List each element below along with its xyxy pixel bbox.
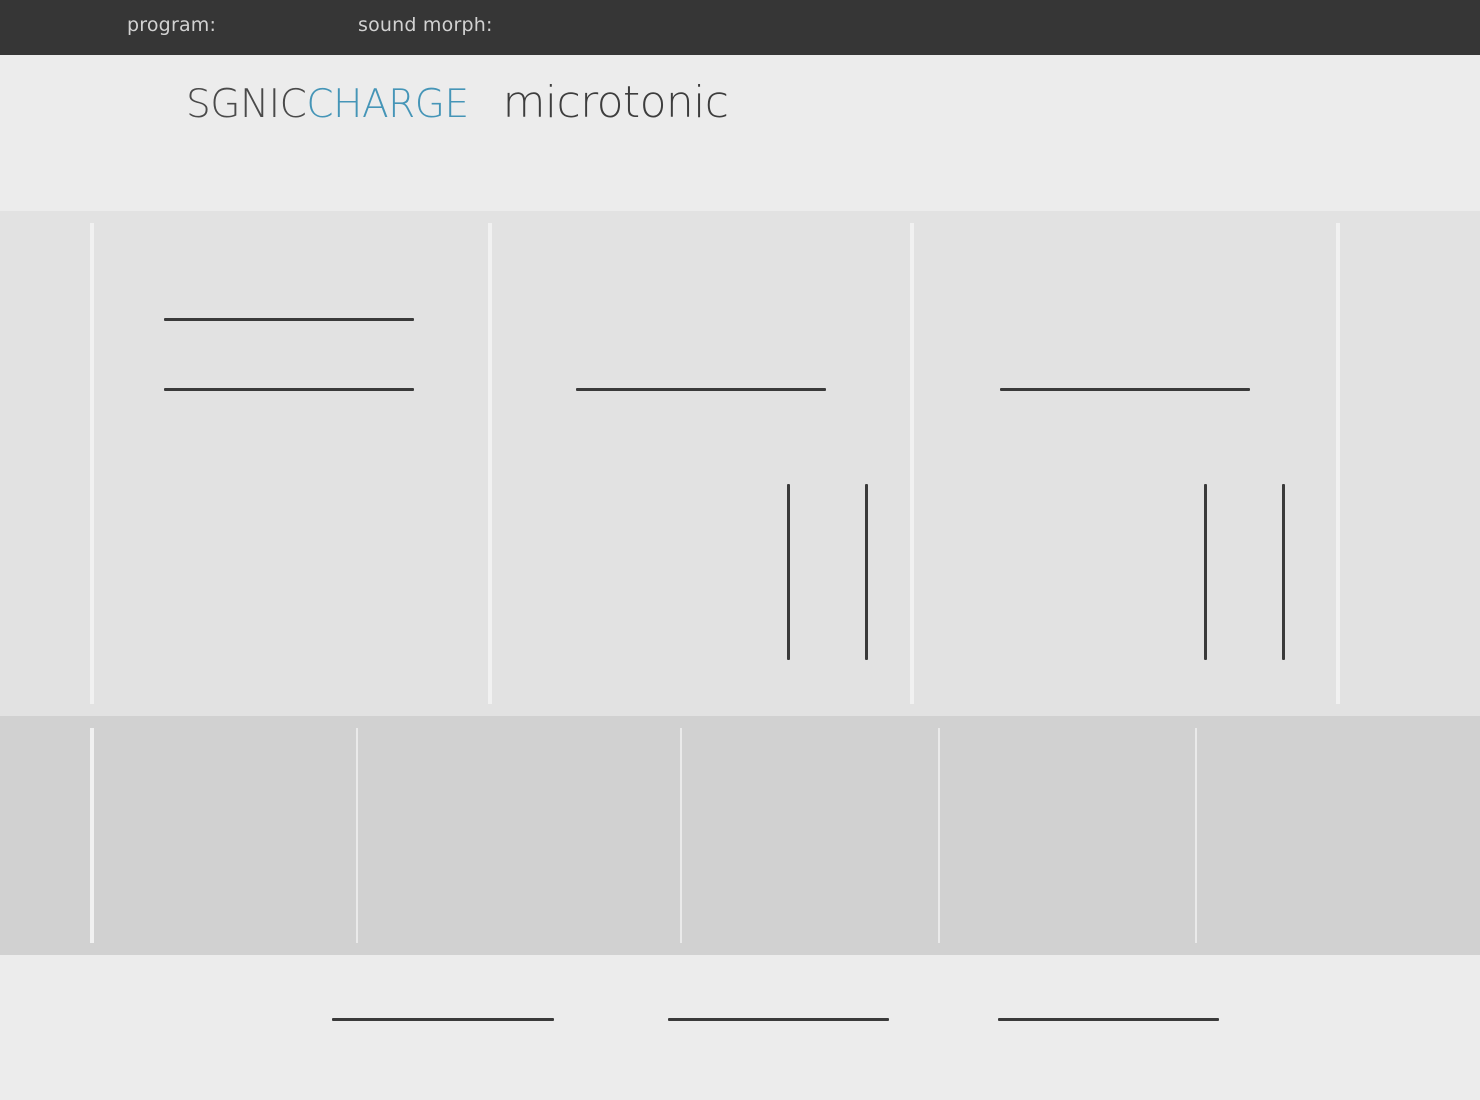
- vendor-name-sonic: SGNIC: [186, 82, 307, 127]
- column-divider: [938, 728, 940, 943]
- voice-field-underline[interactable]: [164, 318, 414, 321]
- top-bar: program: sound morph:: [0, 0, 1480, 55]
- program-selector[interactable]: [220, 12, 340, 42]
- product-name: microtonic: [502, 77, 729, 128]
- footer-panel: [0, 955, 1480, 1100]
- column-divider: [1195, 728, 1197, 943]
- column-divider: [90, 223, 94, 704]
- footer-field-underline[interactable]: [998, 1018, 1219, 1021]
- column-divider: [488, 223, 492, 704]
- column-divider: [680, 728, 682, 943]
- sound-morph-label: sound morph:: [358, 14, 493, 36]
- column-divider: [90, 728, 94, 943]
- fader-track[interactable]: [1282, 484, 1285, 660]
- program-label: program:: [127, 14, 217, 36]
- vendor-name-charge: CHARGE: [306, 82, 469, 127]
- fader-track[interactable]: [865, 484, 868, 660]
- footer-field-underline[interactable]: [668, 1018, 889, 1021]
- fader-track[interactable]: [787, 484, 790, 660]
- column-divider: [910, 223, 914, 704]
- voice-field-underline[interactable]: [164, 388, 414, 391]
- footer-field-underline[interactable]: [332, 1018, 554, 1021]
- fader-track[interactable]: [1204, 484, 1207, 660]
- voice-field-underline[interactable]: [576, 388, 826, 391]
- brand-logo: SGNICCHARGE microtonic: [186, 77, 729, 128]
- sound-morph-control[interactable]: [490, 12, 670, 42]
- column-divider: [1336, 223, 1340, 704]
- voice-field-underline[interactable]: [1000, 388, 1250, 391]
- column-divider: [356, 728, 358, 943]
- voice-panel: [0, 211, 1480, 716]
- mix-panel: [0, 716, 1480, 955]
